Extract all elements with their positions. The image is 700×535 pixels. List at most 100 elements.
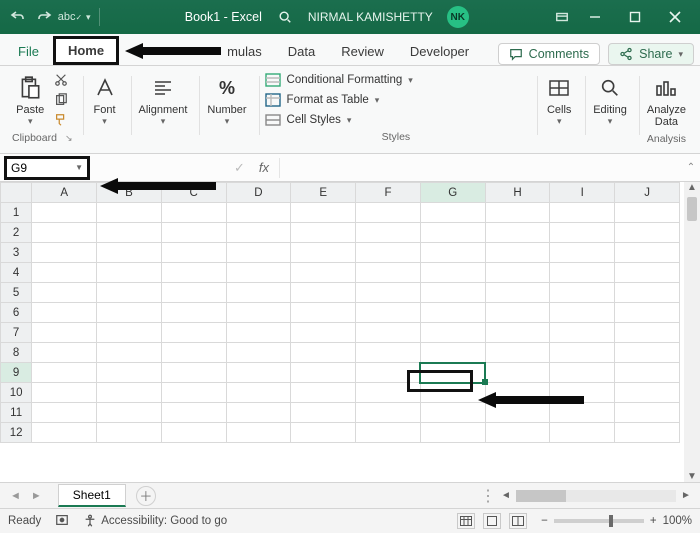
scroll-down-icon[interactable]: ▼ <box>687 471 697 482</box>
column-header[interactable]: H <box>485 183 550 203</box>
cell[interactable] <box>226 343 291 363</box>
spellcheck-icon[interactable]: abc✓ <box>60 7 80 27</box>
cell[interactable] <box>97 403 162 423</box>
undo-icon[interactable] <box>8 7 28 27</box>
horizontal-scrollbar[interactable]: ⋮ ◄ ► <box>480 486 700 506</box>
cell[interactable] <box>485 223 550 243</box>
cell[interactable] <box>550 403 615 423</box>
format-painter-icon[interactable] <box>52 112 70 128</box>
cell[interactable] <box>97 323 162 343</box>
cell[interactable] <box>291 323 356 343</box>
cell[interactable] <box>32 283 97 303</box>
cell[interactable] <box>97 303 162 323</box>
cell[interactable] <box>97 343 162 363</box>
cell[interactable] <box>32 363 97 383</box>
cell[interactable] <box>485 403 550 423</box>
cell[interactable] <box>97 263 162 283</box>
cell[interactable] <box>420 303 485 323</box>
row-header[interactable]: 9 <box>1 363 32 383</box>
cell[interactable] <box>161 223 226 243</box>
cell[interactable] <box>291 303 356 323</box>
cell[interactable] <box>161 423 226 443</box>
column-header[interactable]: F <box>356 183 421 203</box>
cell[interactable] <box>97 363 162 383</box>
cell[interactable] <box>420 263 485 283</box>
cell[interactable] <box>420 423 485 443</box>
cell[interactable] <box>226 423 291 443</box>
new-sheet-button[interactable]: ＋ <box>136 486 156 506</box>
cell[interactable] <box>226 403 291 423</box>
cell[interactable] <box>291 383 356 403</box>
cell[interactable] <box>161 243 226 263</box>
scroll-left-icon[interactable]: ◄ <box>498 488 514 504</box>
cell[interactable] <box>485 323 550 343</box>
column-header[interactable]: A <box>32 183 97 203</box>
column-header[interactable]: C <box>161 183 226 203</box>
cell[interactable] <box>97 283 162 303</box>
cell[interactable] <box>550 343 615 363</box>
row-header[interactable]: 7 <box>1 323 32 343</box>
cell[interactable] <box>32 423 97 443</box>
cell[interactable] <box>161 203 226 223</box>
cell[interactable] <box>356 303 421 323</box>
spreadsheet-grid[interactable]: ABCDEFGHIJ 123456789101112 ▲ ▼ <box>0 182 700 482</box>
cell[interactable] <box>485 383 550 403</box>
row-header[interactable]: 2 <box>1 223 32 243</box>
column-header[interactable]: J <box>615 183 680 203</box>
cell[interactable] <box>615 343 680 363</box>
sheet-nav-prev-icon[interactable]: ◄ <box>10 490 21 502</box>
cell[interactable] <box>356 263 421 283</box>
cell[interactable] <box>420 383 485 403</box>
insert-function-icon[interactable]: fx <box>259 160 269 175</box>
tab-formulas[interactable]: mulas <box>215 38 274 65</box>
cell[interactable] <box>161 403 226 423</box>
row-header[interactable]: 5 <box>1 283 32 303</box>
cell[interactable] <box>485 363 550 383</box>
cell[interactable] <box>291 363 356 383</box>
scrollbar-thumb[interactable] <box>687 197 697 221</box>
cell[interactable] <box>226 303 291 323</box>
cell[interactable] <box>161 303 226 323</box>
cell[interactable] <box>226 243 291 263</box>
cell[interactable] <box>226 323 291 343</box>
scroll-up-icon[interactable]: ▲ <box>687 182 697 193</box>
cell[interactable] <box>291 203 356 223</box>
cell[interactable] <box>550 223 615 243</box>
cell[interactable] <box>291 423 356 443</box>
comments-button[interactable]: Comments <box>498 43 600 65</box>
tab-data[interactable]: Data <box>276 38 327 65</box>
redo-icon[interactable] <box>34 7 54 27</box>
tab-home[interactable]: Home <box>53 36 119 65</box>
cell[interactable] <box>550 363 615 383</box>
cell[interactable] <box>615 423 680 443</box>
column-header[interactable]: D <box>226 183 291 203</box>
tab-developer[interactable]: Developer <box>398 38 481 65</box>
paste-button[interactable]: Paste ▾ <box>14 72 46 129</box>
cell[interactable] <box>550 283 615 303</box>
vertical-scrollbar[interactable]: ▲ ▼ <box>684 182 700 482</box>
cell[interactable] <box>226 383 291 403</box>
cell-styles-button[interactable]: Cell Styles▾ <box>265 112 413 128</box>
format-as-table-button[interactable]: Format as Table▾ <box>265 92 413 108</box>
cell[interactable] <box>615 323 680 343</box>
cell[interactable] <box>485 203 550 223</box>
tab-review[interactable]: Review <box>329 38 396 65</box>
share-button[interactable]: Share ▾ <box>608 43 694 65</box>
cell[interactable] <box>485 263 550 283</box>
cell[interactable] <box>226 363 291 383</box>
accessibility-status[interactable]: Accessibility: Good to go <box>83 514 227 528</box>
cancel-formula-icon[interactable]: ✓ <box>234 160 245 176</box>
cell[interactable] <box>291 283 356 303</box>
cell[interactable] <box>226 283 291 303</box>
account-name[interactable]: NIRMAL KAMISHETTY <box>308 10 433 24</box>
cell[interactable] <box>226 203 291 223</box>
conditional-formatting-button[interactable]: Conditional Formatting▾ <box>265 72 413 88</box>
cell[interactable] <box>550 263 615 283</box>
row-header[interactable]: 10 <box>1 383 32 403</box>
cell[interactable] <box>420 343 485 363</box>
cell[interactable] <box>420 403 485 423</box>
cell[interactable] <box>550 383 615 403</box>
cell[interactable] <box>615 303 680 323</box>
cell[interactable] <box>161 263 226 283</box>
page-break-view-icon[interactable] <box>509 513 527 529</box>
